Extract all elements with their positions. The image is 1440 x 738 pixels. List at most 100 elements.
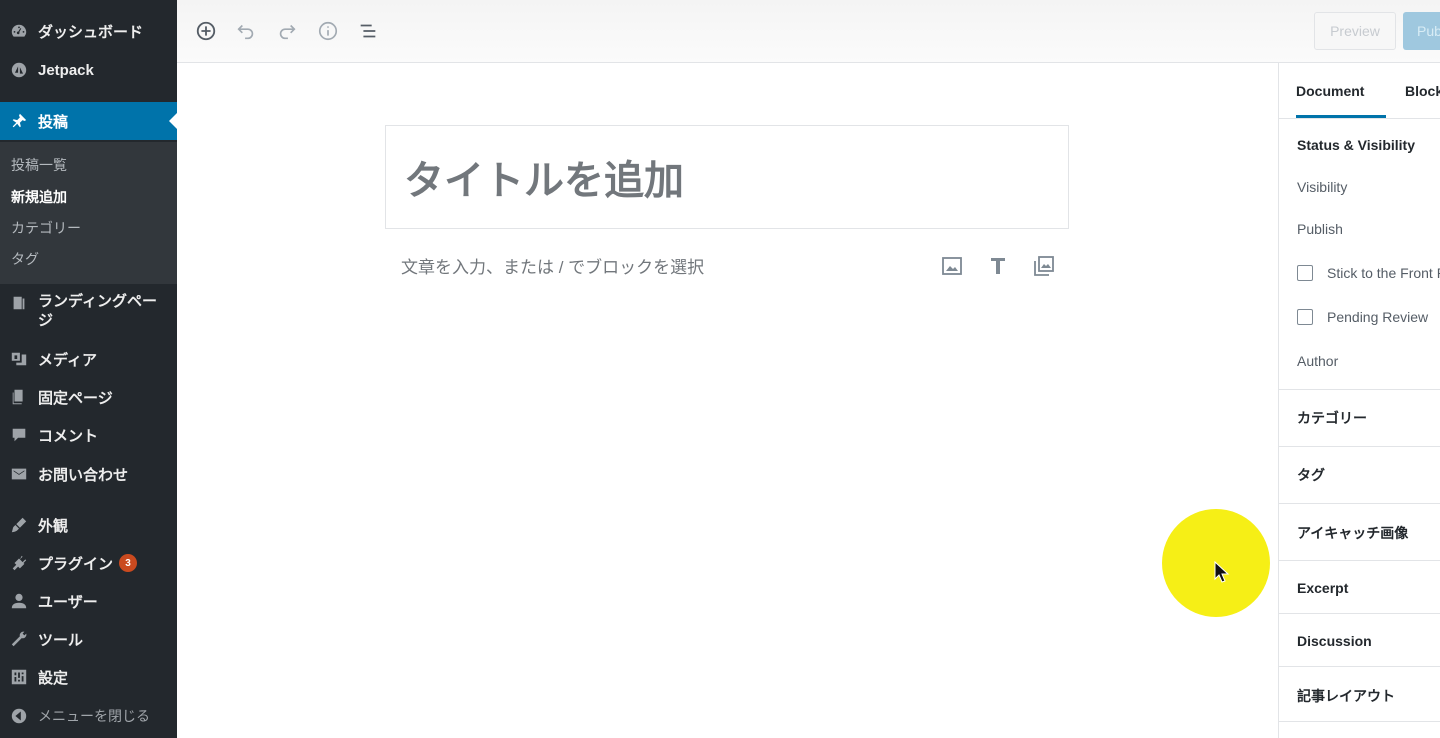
checkbox-label: Stick to the Front Page: [1327, 265, 1440, 281]
status-visibility-toggle[interactable]: Status & Visibility: [1297, 137, 1415, 153]
sidebar-item-posts[interactable]: 投稿: [0, 102, 177, 140]
sidebar-item-jetpack[interactable]: Jetpack: [0, 53, 177, 87]
collapse-menu-button[interactable]: メニューを閉じる: [0, 699, 177, 733]
divider: [1279, 613, 1440, 614]
insert-gallery-button[interactable]: [1031, 253, 1057, 279]
sidebar-item-label: メディア: [38, 351, 97, 369]
author-label: Author: [1297, 353, 1339, 369]
sidebar-item-pages[interactable]: 固定ページ: [0, 380, 177, 414]
pin-icon: [8, 110, 30, 132]
media-icon: [8, 348, 30, 370]
submenu-item-tags[interactable]: タグ: [11, 249, 39, 269]
tab-block[interactable]: Block: [1405, 63, 1440, 118]
sidebar-item-contact[interactable]: お問い合わせ: [0, 457, 177, 491]
pages-icon: [8, 386, 30, 408]
mail-icon: [8, 463, 30, 485]
sidebar-item-media[interactable]: メディア: [0, 342, 177, 376]
checkbox-box[interactable]: [1297, 265, 1313, 281]
collapse-icon: [8, 705, 30, 727]
divider: [1279, 503, 1440, 504]
sidebar-item-comments[interactable]: コメント: [0, 418, 177, 452]
plugin-icon: [8, 552, 30, 574]
outline-icon: [360, 24, 376, 38]
sidebar-item-label: 固定ページ: [38, 389, 113, 407]
add-block-button[interactable]: [194, 19, 218, 43]
sidebar-item-appearance[interactable]: 外観: [0, 508, 177, 542]
checkbox-label: Pending Review: [1327, 309, 1429, 325]
sidebar-item-label: ツール: [38, 631, 84, 649]
sidebar-item-landing-pages[interactable]: ランディングページ: [0, 288, 177, 332]
panel-section-categories[interactable]: カテゴリー: [1297, 408, 1367, 428]
panel-section-discussion[interactable]: Discussion: [1297, 633, 1372, 649]
sidebar-item-label: プラグイン: [38, 555, 114, 573]
admin-sidebar: ダッシュボード Jetpack 投稿 投稿一覧 新規追加 カテゴリー タグ ラン…: [0, 0, 177, 738]
sidebar-item-label: 投稿: [38, 113, 69, 131]
info-icon: [318, 21, 338, 41]
plugin-update-badge: 3: [119, 554, 138, 572]
settings-sidebar: Document Block Status & Visibility Visib…: [1278, 63, 1440, 738]
divider: [1279, 389, 1440, 390]
stick-to-front-checkbox[interactable]: Stick to the Front Page: [1297, 265, 1440, 281]
panel-section-tags[interactable]: タグ: [1297, 465, 1325, 485]
panel-section-article-layout[interactable]: 記事レイアウト: [1297, 686, 1395, 706]
image-icon: [942, 257, 962, 275]
divider: [1279, 446, 1440, 447]
insert-image-button[interactable]: [939, 253, 965, 279]
heading-icon: [991, 258, 1005, 274]
checkbox-box[interactable]: [1297, 309, 1313, 325]
panel-section-excerpt[interactable]: Excerpt: [1297, 580, 1348, 596]
appearance-icon: [8, 514, 30, 536]
visibility-label: Visibility: [1297, 179, 1348, 195]
sidebar-item-label: 外観: [38, 517, 69, 535]
publish-label: Publish: [1297, 221, 1343, 237]
editor-toolbar: Preview Publish: [177, 0, 1440, 63]
user-icon: [8, 590, 30, 612]
dashboard-icon: [8, 20, 30, 42]
quick-inserter: [939, 253, 1057, 279]
divider: [1279, 560, 1440, 561]
gallery-icon: [1034, 256, 1054, 276]
insert-heading-button[interactable]: [985, 253, 1011, 279]
submenu-item-categories[interactable]: カテゴリー: [11, 218, 81, 238]
settings-tabs: Document Block: [1279, 63, 1440, 119]
sidebar-item-label: 設定: [38, 669, 69, 687]
divider: [1279, 721, 1440, 722]
content-info-button[interactable]: [316, 19, 340, 43]
block-navigation-button[interactable]: [356, 19, 380, 43]
submenu-item-all-posts[interactable]: 投稿一覧: [11, 155, 67, 175]
sidebar-item-plugins[interactable]: プラグイン 3: [0, 546, 177, 580]
sidebar-item-label: ダッシュボード: [38, 23, 144, 41]
redo-button[interactable]: [275, 19, 299, 43]
sidebar-item-settings[interactable]: 設定: [0, 660, 177, 694]
comment-icon: [8, 424, 30, 446]
default-block-appender[interactable]: 文章を入力、または / でブロックを選択: [401, 253, 704, 278]
post-title-input[interactable]: タイトルを追加: [385, 125, 1069, 229]
sidebar-item-tools[interactable]: ツール: [0, 622, 177, 656]
sidebar-item-label: Jetpack: [38, 61, 94, 79]
sidebar-item-users[interactable]: ユーザー: [0, 584, 177, 618]
sidebar-item-dashboard[interactable]: ダッシュボード: [0, 14, 177, 48]
tab-document[interactable]: Document: [1296, 63, 1386, 118]
jetpack-icon: [8, 59, 30, 81]
preview-button[interactable]: Preview: [1314, 12, 1396, 50]
panel-section-featured-image[interactable]: アイキャッチ画像: [1297, 523, 1408, 543]
sidebar-item-label: ランディングページ: [38, 293, 157, 329]
landing-page-icon: [8, 292, 30, 314]
sidebar-item-label: ユーザー: [38, 593, 98, 611]
sidebar-item-label: メニューを閉じる: [38, 708, 150, 724]
posts-submenu: 投稿一覧 新規追加 カテゴリー タグ: [0, 142, 177, 284]
redo-icon: [279, 24, 296, 40]
settings-icon: [8, 666, 30, 688]
wrench-icon: [8, 628, 30, 650]
undo-icon: [237, 24, 254, 40]
sidebar-item-label: コメント: [38, 427, 99, 445]
undo-button[interactable]: [234, 19, 258, 43]
submenu-item-add-new[interactable]: 新規追加: [11, 187, 67, 207]
add-block-icon: [196, 21, 216, 41]
mouse-cursor-icon: [1214, 561, 1230, 583]
sidebar-item-label: お問い合わせ: [38, 466, 129, 484]
pending-review-checkbox[interactable]: Pending Review: [1297, 309, 1428, 325]
publish-button[interactable]: Publish: [1403, 12, 1440, 50]
editor-canvas: タイトルを追加 文章を入力、または / でブロックを選択: [177, 63, 1278, 738]
divider: [1279, 666, 1440, 667]
